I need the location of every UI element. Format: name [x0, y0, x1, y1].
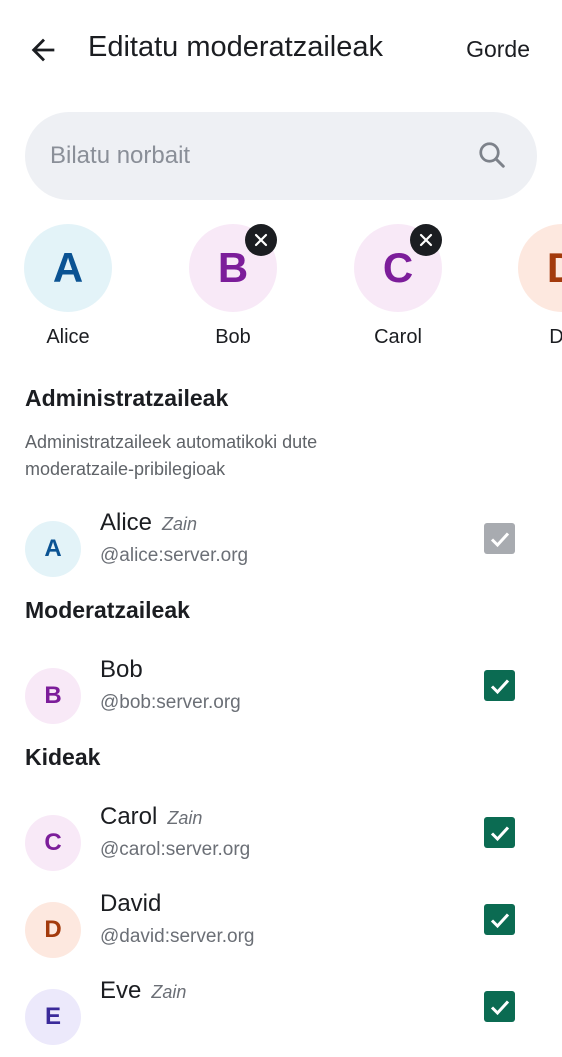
avatar: C — [25, 815, 81, 871]
search-bar[interactable] — [25, 112, 537, 200]
moderator-checkbox[interactable] — [484, 817, 515, 848]
list-item[interactable]: D David @david:server.org — [0, 890, 562, 970]
save-button[interactable]: Gorde — [466, 36, 530, 63]
list-item[interactable]: C Carol Zain @carol:server.org — [0, 803, 562, 883]
member-id: @david:server.org — [100, 926, 255, 947]
chip-name: Carol — [374, 326, 422, 348]
arrow-left-icon[interactable] — [26, 33, 60, 67]
remove-chip-button[interactable] — [245, 224, 277, 256]
member-name: David — [100, 890, 162, 917]
selected-users-row: A Alice B Bob C Carol D Da — [0, 224, 562, 354]
member-id: @alice:server.org — [100, 545, 249, 566]
check-icon — [490, 912, 509, 928]
pending-tag: Zain — [162, 514, 198, 534]
page-title: Editatu moderatzaileak — [88, 31, 383, 63]
chip-name: Da — [549, 326, 562, 348]
check-icon — [490, 999, 509, 1015]
search-icon[interactable] — [477, 140, 507, 170]
pending-tag: Zain — [151, 982, 187, 1002]
check-icon — [490, 678, 509, 694]
member-name: Eve Zain — [100, 977, 187, 1004]
moderator-checkbox-disabled — [484, 523, 515, 554]
search-input[interactable] — [50, 112, 470, 200]
moderator-checkbox[interactable] — [484, 991, 515, 1022]
member-name: Alice Zain — [100, 509, 198, 536]
selected-chip: C Carol — [343, 224, 453, 349]
member-name: Bob — [100, 656, 143, 683]
list-item[interactable]: E Eve Zain — [0, 977, 562, 1057]
avatar: D — [518, 224, 562, 312]
avatar: A — [24, 224, 112, 312]
avatar: A — [25, 521, 81, 577]
section-title-members: Kideak — [25, 744, 101, 770]
section-description: Administratzaileek automatikoki dute mod… — [25, 432, 318, 479]
selected-chip: A Alice — [13, 224, 123, 349]
chip-name: Alice — [46, 326, 90, 348]
section-title-moderators: Moderatzaileak — [25, 597, 190, 623]
close-icon — [419, 233, 433, 247]
avatar: D — [25, 902, 81, 958]
close-icon — [254, 233, 268, 247]
chip-name: Bob — [215, 326, 251, 348]
check-icon — [490, 825, 509, 841]
selected-chip: D Da — [507, 224, 562, 349]
list-item[interactable]: B Bob @bob:server.org — [0, 656, 562, 736]
avatar: E — [25, 989, 81, 1045]
list-item[interactable]: A Alice Zain @alice:server.org — [0, 509, 562, 589]
section-title-admins: Administratzaileak — [25, 385, 229, 411]
member-id: @bob:server.org — [100, 692, 241, 713]
pending-tag: Zain — [167, 808, 203, 828]
avatar: B — [25, 668, 81, 724]
moderator-checkbox[interactable] — [484, 670, 515, 701]
check-icon — [490, 531, 509, 547]
top-app-bar: Editatu moderatzaileak Gorde — [0, 0, 562, 100]
selected-chip: B Bob — [178, 224, 288, 349]
remove-chip-button[interactable] — [410, 224, 442, 256]
moderator-checkbox[interactable] — [484, 904, 515, 935]
member-id: @carol:server.org — [100, 839, 251, 860]
member-name: Carol Zain — [100, 803, 203, 830]
